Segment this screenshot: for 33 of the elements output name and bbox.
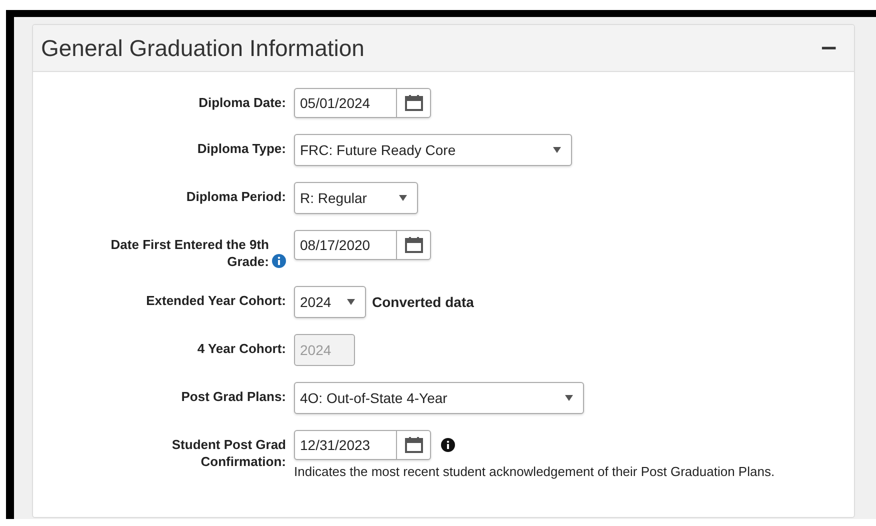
info-icon[interactable] xyxy=(441,438,455,452)
panel-title: General Graduation Information xyxy=(41,34,364,62)
dropdown[interactable]: FRC: Future Ready Core xyxy=(294,134,572,166)
date-field[interactable]: 08/17/2020 xyxy=(295,231,396,259)
calendar-button[interactable] xyxy=(396,89,430,117)
note-text: Converted data xyxy=(372,294,474,310)
date-picker[interactable]: 05/01/2024 xyxy=(294,88,431,118)
caret-icon xyxy=(399,195,407,201)
field-label: Diploma Type: xyxy=(197,140,286,157)
dropdown[interactable]: R: Regular xyxy=(294,182,418,214)
calendar-icon[interactable] xyxy=(404,95,422,111)
field-label: 4 Year Cohort: xyxy=(197,340,286,357)
field-label: Post Grad Plans: xyxy=(181,388,286,405)
calendar-button[interactable] xyxy=(396,231,430,259)
dropdown[interactable]: 2024 xyxy=(294,286,366,318)
dropdown[interactable]: 4O: Out-of-State 4-Year xyxy=(294,382,584,414)
field-label: Diploma Period: xyxy=(186,188,286,205)
field-label: Student Post Grad Confirmation: xyxy=(170,436,286,470)
caret-icon xyxy=(347,299,355,305)
calendar-icon[interactable] xyxy=(404,237,422,253)
calendar-icon[interactable] xyxy=(404,437,422,453)
date-field[interactable]: 05/01/2024 xyxy=(295,89,396,117)
calendar-button[interactable] xyxy=(396,431,430,459)
collapse-button[interactable]: − xyxy=(816,36,842,60)
date-picker[interactable]: 12/31/2023 xyxy=(294,430,431,460)
field-label: Extended Year Cohort: xyxy=(146,292,286,309)
caret-icon xyxy=(553,147,561,153)
field-label: Date First Entered the 9th Grade: xyxy=(110,236,269,270)
field-label: Diploma Date: xyxy=(198,94,286,111)
date-picker[interactable]: 08/17/2020 xyxy=(294,230,431,260)
date-field[interactable]: 12/31/2023 xyxy=(295,431,396,459)
caret-icon xyxy=(565,395,573,401)
help-text: Indicates the most recent student acknowledgement of their Post Graduation Plans. xyxy=(294,464,776,480)
